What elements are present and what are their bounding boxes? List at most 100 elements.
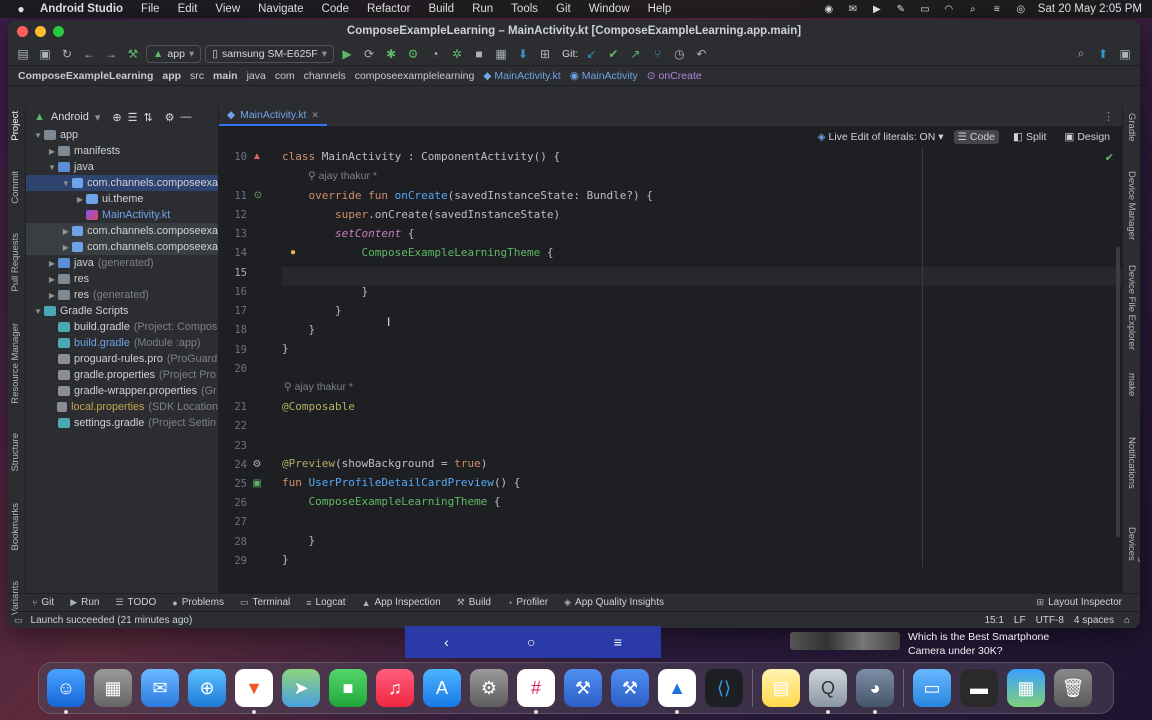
tool-tab-structure[interactable]: Structure	[10, 433, 21, 472]
editor-gutter[interactable]: 10 11 12 13 14 15 16 17 18 19 20 21 22 2…	[219, 147, 296, 567]
tree-item[interactable]: settings.gradle (Project Settin	[26, 415, 218, 431]
chevron-down-icon[interactable]: ▾	[95, 111, 101, 124]
device-select[interactable]: ▯ samsung SM-E625F ▾	[205, 44, 334, 63]
tree-item[interactable]: build.gradle (Module :app)	[26, 335, 218, 351]
menu-window[interactable]: Window	[589, 3, 630, 15]
chevron-down-icon[interactable]: ▼	[32, 131, 44, 140]
sdk-manager-icon[interactable]: ⬇	[514, 45, 532, 63]
tool-tab-gradle[interactable]: Gradle	[1126, 113, 1137, 142]
hide-panel-icon[interactable]: —	[181, 111, 192, 123]
tree-item[interactable]: ▶ com.channels.composeexa	[26, 223, 218, 239]
trash-icon[interactable]: 🗑	[1054, 669, 1092, 707]
apple-icon[interactable]: ●	[14, 2, 28, 16]
update-icon[interactable]: ⬆	[1094, 45, 1112, 63]
facetime-icon[interactable]: ■	[329, 669, 367, 707]
back-nav-icon[interactable]: ‹	[444, 634, 449, 650]
bottom-tab-run[interactable]: ▶ Run	[70, 597, 99, 608]
menu-run[interactable]: Run	[472, 3, 493, 15]
menu-edit[interactable]: Edit	[178, 3, 198, 15]
control-center-icon[interactable]: ≡	[990, 4, 1004, 15]
rerun-icon[interactable]: ⟳	[360, 45, 378, 63]
tree-item[interactable]: ▶ ui.theme	[26, 191, 218, 207]
maps-icon[interactable]: ➤	[282, 669, 320, 707]
build-hammer-icon[interactable]: ⚒	[124, 45, 142, 63]
breadcrumb-file[interactable]: ◆ MainActivity.kt	[483, 70, 560, 82]
finder-icon[interactable]: ☺	[47, 669, 85, 714]
wifi-icon[interactable]: ◠	[942, 4, 956, 15]
forward-icon[interactable]: →	[102, 45, 120, 63]
profile-icon[interactable]: ◔	[426, 45, 444, 63]
breadcrumb-main[interactable]: main	[213, 70, 238, 82]
tree-item[interactable]: ▶ manifests	[26, 143, 218, 159]
project-view-select[interactable]: Android	[51, 111, 89, 123]
close-tab-icon[interactable]: ✕	[311, 110, 319, 121]
tool-tab-resource-manager[interactable]: Resource Manager	[10, 323, 21, 404]
tab-mainactivity[interactable]: ◆ MainActivity.kt ✕	[219, 106, 327, 126]
video-title[interactable]: Which is the Best Smartphone Camera under…	[908, 630, 1049, 658]
tree-item[interactable]: ▼ app	[26, 127, 218, 143]
git-push-icon[interactable]: ↗	[626, 45, 644, 63]
breadcrumb-src[interactable]: src	[190, 70, 204, 82]
tool-tab-notifications[interactable]: Notifications	[1126, 437, 1137, 489]
tree-item[interactable]: MainActivity.kt	[26, 207, 218, 223]
editor-scrollbar[interactable]	[1116, 247, 1120, 537]
git-commit-icon[interactable]: ✔	[604, 45, 622, 63]
settings-icon[interactable]: ▣	[1116, 45, 1134, 63]
breadcrumb-project[interactable]: ComposeExampleLearning	[18, 70, 153, 82]
siri-icon[interactable]: ◎	[1014, 4, 1028, 15]
status-panel-icon[interactable]: ▭	[14, 615, 23, 626]
menu-view[interactable]: View	[215, 3, 240, 15]
breadcrumb-app[interactable]: app	[162, 70, 181, 82]
recents-nav-icon[interactable]: ≡	[614, 634, 622, 650]
mode-code[interactable]: ☰ Code	[953, 130, 1000, 144]
attach-debugger-icon[interactable]: ✲	[448, 45, 466, 63]
notes-icon[interactable]: ▤	[762, 669, 800, 707]
mode-split[interactable]: ◧ Split	[1009, 130, 1050, 144]
xcode-instruments-icon[interactable]: ⚒	[564, 669, 602, 707]
open-folder-icon[interactable]: ▤	[14, 45, 32, 63]
tree-item[interactable]: ▼ Gradle Scripts	[26, 303, 218, 319]
code-area[interactable]: class MainActivity : ComponentActivity()…	[282, 147, 922, 567]
tool-tab-running-devices[interactable]: Running Devices	[1126, 527, 1140, 593]
lock-icon[interactable]: ⌂	[1124, 615, 1130, 626]
run-config-select[interactable]: ▲ app ▾	[146, 44, 202, 63]
mail-icon[interactable]: ✉	[141, 669, 179, 707]
stop-icon[interactable]: ■	[470, 45, 488, 63]
rollback-icon[interactable]: ↶	[692, 45, 710, 63]
bottom-tab-profiler[interactable]: ◔ Profiler	[507, 597, 548, 608]
gear-icon[interactable]: ⚙	[165, 111, 175, 124]
breadcrumb-java[interactable]: java	[247, 70, 266, 82]
music-icon[interactable]: ♫	[376, 669, 414, 707]
status-line-separator[interactable]: LF	[1014, 615, 1026, 626]
home-nav-icon[interactable]: ○	[527, 634, 535, 650]
tool-tab-project[interactable]: Project	[10, 111, 21, 141]
pen-icon[interactable]: ✎	[894, 4, 908, 15]
documents-stack-icon[interactable]: ▦	[1007, 669, 1045, 707]
app-store-icon[interactable]: A	[423, 669, 461, 707]
no-problems-check-icon[interactable]: ✔	[1105, 151, 1114, 164]
tree-item[interactable]: local.properties (SDK Location	[26, 399, 218, 415]
bottom-tab-todo[interactable]: ☰ TODO	[115, 597, 156, 608]
tree-item[interactable]: build.gradle (Project: Compos	[26, 319, 218, 335]
chevron-down-icon[interactable]: ▼	[46, 163, 58, 172]
tree-item[interactable]: ▶ res (generated)	[26, 287, 218, 303]
tree-item[interactable]: ▶ com.channels.composeexa	[26, 239, 218, 255]
xcode-icon[interactable]: ⚒	[611, 669, 649, 707]
chevron-right-icon[interactable]: ▶	[46, 147, 58, 156]
video-thumbnails[interactable]	[790, 632, 900, 650]
bottom-tab-problems[interactable]: ● Problems	[172, 597, 224, 608]
bottom-tab-app-quality-insights[interactable]: ◈ App Quality Insights	[564, 597, 664, 608]
scrcpy-icon[interactable]: ◕	[856, 669, 894, 714]
tree-item[interactable]: gradle-wrapper.properties (Gr	[26, 383, 218, 399]
breadcrumb-package[interactable]: composeexamplelearning	[355, 70, 475, 82]
status-indent[interactable]: 4 spaces	[1074, 615, 1114, 626]
brave-icon[interactable]: ▼	[235, 669, 273, 714]
battery-icon[interactable]: ▭	[918, 4, 932, 15]
menu-app-name[interactable]: Android Studio	[40, 3, 123, 15]
search-everywhere-icon[interactable]: ⌕	[1072, 45, 1090, 63]
chevron-down-icon[interactable]: ▼	[32, 307, 44, 316]
tree-item[interactable]: ▼ com.channels.composeexa	[26, 175, 218, 191]
record-icon[interactable]: ◉	[822, 4, 836, 15]
tree-item[interactable]: ▼ java	[26, 159, 218, 175]
tree-item[interactable]: ▶ java (generated)	[26, 255, 218, 271]
